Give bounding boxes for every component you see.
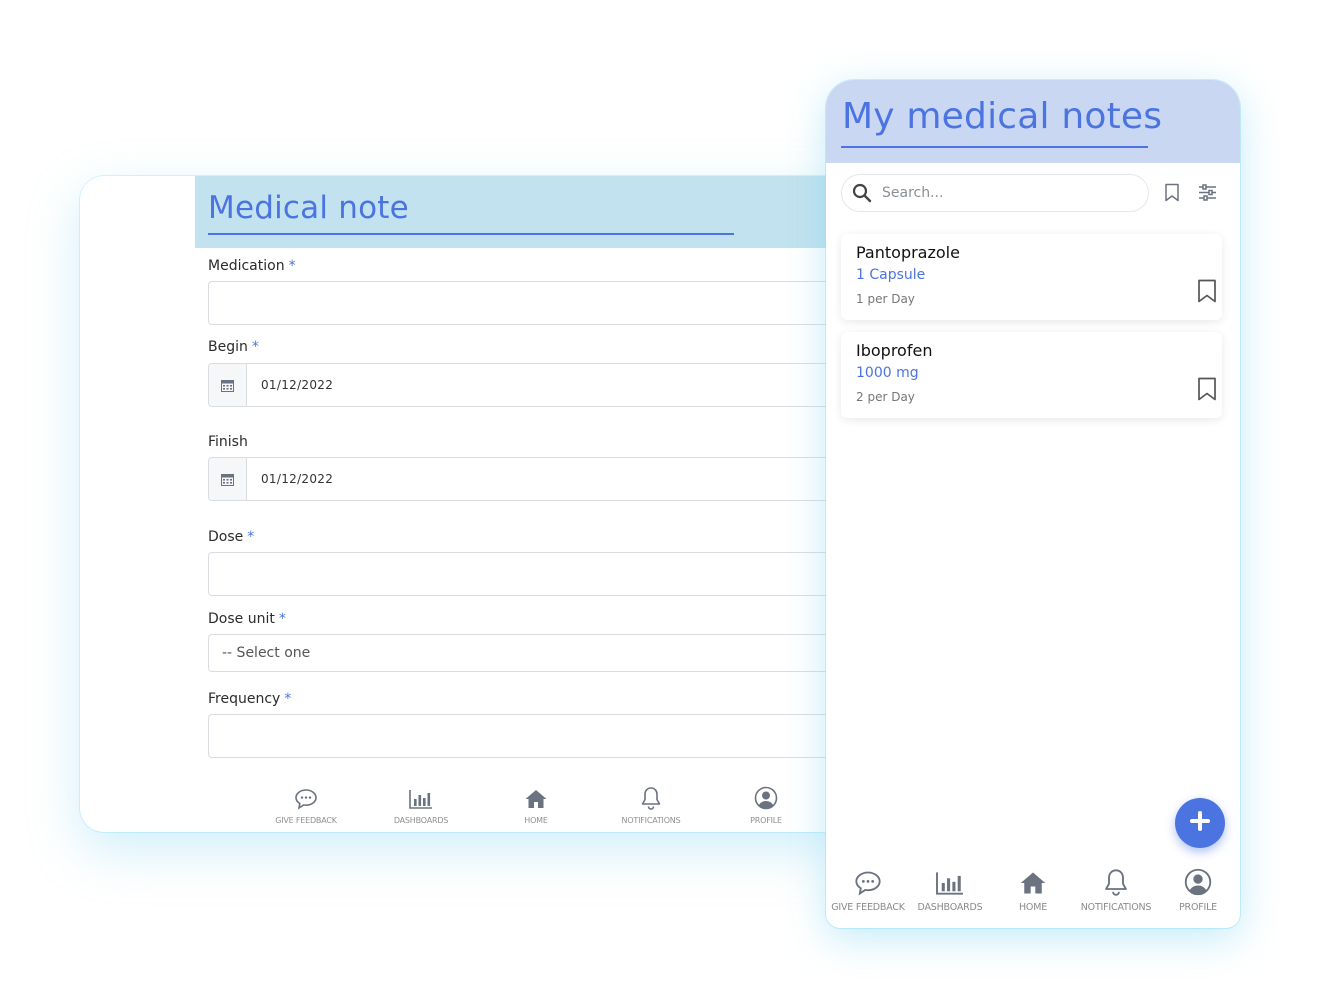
dose-unit-label-text: Dose unit (208, 611, 275, 627)
title-underline (208, 233, 734, 235)
nav-home[interactable]: HOME (991, 868, 1075, 913)
nav-notifications[interactable]: NOTIFICATIONS (606, 782, 696, 825)
page-title: My medical notes (842, 96, 1163, 137)
filter-sliders-icon[interactable] (1198, 184, 1217, 205)
search-icon (852, 183, 872, 203)
form-header: Medical note (195, 176, 840, 248)
frequency-label: Frequency * (208, 691, 291, 707)
nav-label: NOTIFICATIONS (621, 816, 681, 825)
required-mark: * (247, 529, 255, 545)
required-mark: * (288, 258, 296, 274)
bell-icon (1074, 868, 1158, 896)
required-mark: * (251, 339, 259, 355)
nav-label: DASHBOARDS (393, 816, 449, 825)
medication-label-text: Medication (208, 258, 285, 274)
begin-date-value: 01/12/2022 (261, 378, 334, 392)
frequency-label-text: Frequency (208, 691, 281, 707)
bar-chart-icon (908, 868, 992, 896)
note-name: Pantoprazole (856, 243, 960, 262)
title-underline (841, 146, 1148, 148)
nav-label: DASHBOARDS (917, 902, 983, 913)
note-frequency: 2 per Day (856, 390, 915, 404)
nav-label: PROFILE (1179, 902, 1217, 913)
medical-note-form-card: Medical note Medication * Begin * 01/12/20… (80, 176, 840, 832)
finish-date-input[interactable]: 01/12/2022 (208, 457, 840, 501)
frequency-input[interactable] (208, 714, 840, 758)
finish-label-text: Finish (208, 434, 248, 450)
calendar-icon[interactable] (209, 458, 247, 500)
finish-label: Finish (208, 434, 248, 450)
calendar-icon[interactable] (209, 364, 247, 406)
nav-label: NOTIFICATIONS (1080, 902, 1152, 913)
required-mark: * (284, 691, 292, 707)
search-input[interactable]: Search... (841, 174, 1149, 212)
my-medical-notes-screen: My medical notes Search... Pantoprazole … (826, 80, 1240, 928)
nav-give-feedback[interactable]: GIVE FEEDBACK (261, 782, 351, 825)
nav-label: HOME (524, 816, 548, 825)
nav-profile[interactable]: PROFILE (1156, 868, 1240, 913)
page-title: Medical note (208, 190, 409, 226)
notes-header: My medical notes (826, 80, 1240, 163)
note-name: Iboprofen (856, 341, 933, 360)
nav-give-feedback[interactable]: GIVE FEEDBACK (826, 868, 910, 913)
bar-chart-icon (376, 782, 466, 810)
nav-label: GIVE FEEDBACK (831, 902, 905, 913)
note-dose: 1 Capsule (856, 267, 926, 283)
bookmark-icon[interactable] (1197, 377, 1217, 405)
bookmark-icon[interactable] (1197, 279, 1217, 307)
begin-date-input[interactable]: 01/12/2022 (208, 363, 840, 407)
add-note-button[interactable] (1175, 798, 1225, 848)
finish-date-value: 01/12/2022 (261, 472, 334, 486)
note-card[interactable]: Pantoprazole 1 Capsule 1 per Day (841, 234, 1222, 320)
note-dose: 1000 mg (856, 365, 919, 381)
begin-label-text: Begin (208, 339, 248, 355)
nav-notifications[interactable]: NOTIFICATIONS (1074, 868, 1158, 913)
chat-bubble-icon (826, 868, 910, 896)
required-mark: * (278, 611, 286, 627)
nav-dashboards[interactable]: DASHBOARDS (908, 868, 992, 913)
begin-label: Begin * (208, 339, 259, 355)
dose-input[interactable] (208, 552, 840, 596)
bookmark-icon[interactable] (1164, 183, 1180, 206)
dose-unit-selected: -- Select one (222, 645, 311, 661)
home-icon (991, 868, 1075, 896)
bottom-nav: GIVE FEEDBACK DASHBOARDS HOME NOTIFICATI… (826, 868, 1240, 928)
nav-dashboards[interactable]: DASHBOARDS (376, 782, 466, 825)
home-icon (491, 782, 581, 810)
dose-unit-label: Dose unit * (208, 611, 286, 627)
note-card[interactable]: Iboprofen 1000 mg 2 per Day (841, 332, 1222, 418)
nav-label: HOME (1018, 902, 1048, 913)
dose-label: Dose * (208, 529, 254, 545)
medication-label: Medication * (208, 258, 296, 274)
note-frequency: 1 per Day (856, 292, 915, 306)
nav-label: GIVE FEEDBACK (275, 816, 337, 825)
medication-input[interactable] (208, 281, 840, 325)
search-placeholder: Search... (882, 185, 944, 201)
chat-bubble-icon (261, 782, 351, 810)
dose-unit-select[interactable]: -- Select one (208, 634, 840, 672)
bottom-nav: GIVE FEEDBACK DASHBOARDS HOME NOTIFICATI… (255, 782, 795, 832)
bell-icon (606, 782, 696, 810)
plus-icon (1189, 810, 1211, 836)
user-circle-icon (721, 782, 811, 810)
nav-label: PROFILE (750, 816, 782, 825)
dose-label-text: Dose (208, 529, 244, 545)
nav-profile[interactable]: PROFILE (721, 782, 811, 825)
nav-home[interactable]: HOME (491, 782, 581, 825)
user-circle-icon (1156, 868, 1240, 896)
